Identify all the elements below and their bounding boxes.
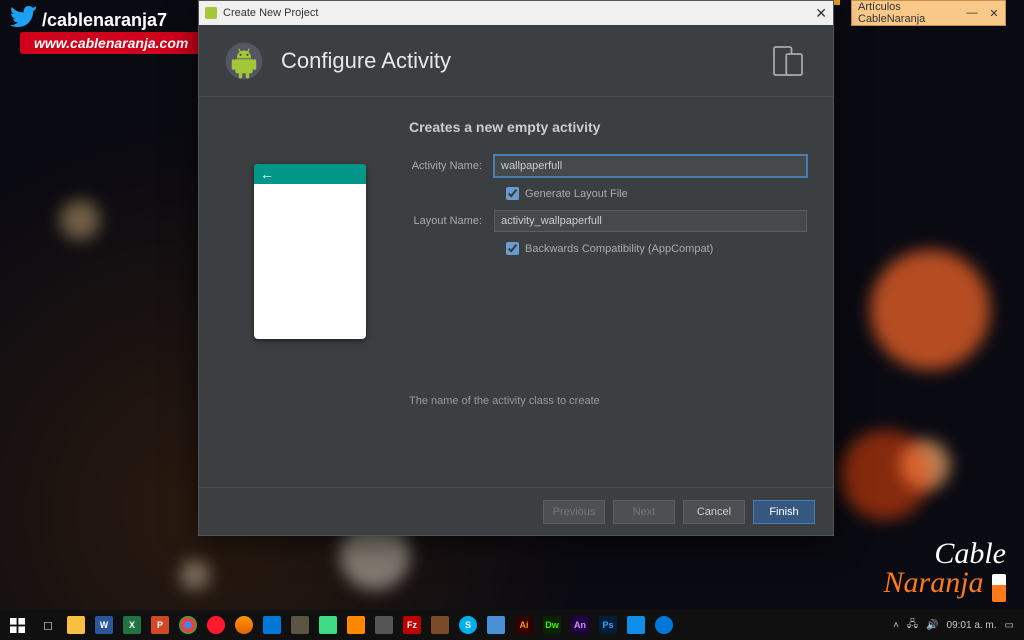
next-button[interactable]: Next [613,500,675,524]
generate-layout-checkbox[interactable] [506,187,519,200]
system-tray[interactable]: ˄ 🖧 🔊 09:01 a. m. ▭ [883,617,1024,634]
phone-app-bar: ← [254,164,366,184]
phone-mockup: ← [254,164,366,339]
brand-logo-line-1: Cable [884,542,1006,566]
tray-notifications-icon[interactable]: ▭ [1005,620,1014,631]
taskbar-app-opera[interactable] [202,610,230,640]
dialog-header: Configure Activity [199,25,833,97]
taskbar-app-word[interactable]: W [90,610,118,640]
tray-network-icon[interactable]: 🖧 [907,617,918,634]
previous-button[interactable]: Previous [543,500,605,524]
close-icon[interactable]: ✕ [815,5,827,22]
background-minimized-window[interactable]: Artículos CableNaranja — ✕ [851,0,1006,26]
layout-name-input[interactable] [494,210,807,232]
taskbar-app-adobe-photoshop[interactable]: Ps [594,610,622,640]
twitter-handle: /cablenaranja7 [10,6,167,34]
taskbar-app-generic-2[interactable] [426,610,454,640]
dialog-footer: Previous Next Cancel Finish [199,487,833,535]
taskbar-app-vlc[interactable] [342,610,370,640]
backwards-compat-row: Backwards Compatibility (AppCompat) [409,242,807,255]
activity-name-label: Activity Name: [409,160,494,172]
taskbar-app-generic-4[interactable] [650,610,678,640]
taskbar-app-adobe-animate[interactable]: An [566,610,594,640]
bokeh-circle [60,200,100,240]
android-logo-icon [223,40,265,82]
taskbar-app-adobe-illustrator[interactable]: Ai [510,610,538,640]
brand-logo-line-2: Naranja [884,566,984,599]
activity-form: Creates a new empty activity Activity Na… [395,119,807,477]
plug-icon [992,574,1006,602]
devices-icon [767,40,809,82]
bokeh-circle [870,250,990,370]
taskbar-app-excel[interactable]: X [118,610,146,640]
hint-text: The name of the activity class to create [409,385,807,407]
section-title: Creates a new empty activity [409,119,807,135]
activity-name-row: Activity Name: [409,155,807,177]
tray-volume-icon[interactable]: 🔊 [926,620,938,631]
generate-layout-row: Generate Layout File [409,187,807,200]
dialog-header-title: Configure Activity [281,48,767,74]
bokeh-circle [180,560,210,590]
twitter-handle-text: /cablenaranja7 [42,10,167,31]
finish-button[interactable]: Finish [753,500,815,524]
task-view-icon[interactable]: ◻ [34,610,62,640]
taskbar-app-chrome[interactable] [174,610,202,640]
taskbar-app-android-studio[interactable] [314,610,342,640]
layout-name-label: Layout Name: [409,215,494,227]
taskbar-app-teamviewer[interactable] [622,610,650,640]
taskbar-app-paint[interactable] [258,610,286,640]
taskbar-app-generic-1[interactable] [370,610,398,640]
layout-name-row: Layout Name: [409,210,807,232]
back-arrow-icon: ← [254,164,366,184]
taskbar-app-skype[interactable]: S [454,610,482,640]
create-project-dialog: Create New Project ✕ Configure Activity … [198,0,834,536]
backwards-compat-label: Backwards Compatibility (AppCompat) [525,243,713,255]
taskbar-app-generic-3[interactable] [482,610,510,640]
tray-chevron-icon[interactable]: ˄ [893,620,899,631]
close-icon[interactable]: ✕ [983,7,1005,20]
twitter-icon [10,6,38,34]
brand-logo: Cable Naranja [884,542,1006,602]
dialog-content: ← Creates a new empty activity Activity … [199,97,833,487]
bokeh-circle [840,430,930,520]
windows-taskbar[interactable]: ◻ W X P Fz S Ai Dw An Ps ˄ 🖧 🔊 09:01 a. … [0,610,1024,640]
start-button[interactable] [0,610,34,640]
tray-clock[interactable]: 09:01 a. m. [947,620,997,631]
taskbar-app-gimp[interactable] [286,610,314,640]
taskbar-app-filezilla[interactable]: Fz [398,610,426,640]
minimize-icon[interactable]: — [961,7,983,19]
minimized-window-title: Artículos CableNaranja [852,1,961,25]
windows-icon [10,618,25,633]
taskbar-app-file-explorer[interactable] [62,610,90,640]
android-studio-icon [205,7,217,19]
cancel-button[interactable]: Cancel [683,500,745,524]
activity-name-input[interactable] [494,155,807,177]
taskbar-app-firefox[interactable] [230,610,258,640]
dialog-title-bar[interactable]: Create New Project ✕ [199,1,833,25]
activity-preview: ← [225,119,395,477]
backwards-compat-checkbox[interactable] [506,242,519,255]
website-url-badge: www.cablenaranja.com [20,32,202,54]
generate-layout-label: Generate Layout File [525,188,628,200]
dialog-window-title: Create New Project [223,7,815,19]
taskbar-app-powerpoint[interactable]: P [146,610,174,640]
taskbar-app-adobe-dreamweaver[interactable]: Dw [538,610,566,640]
